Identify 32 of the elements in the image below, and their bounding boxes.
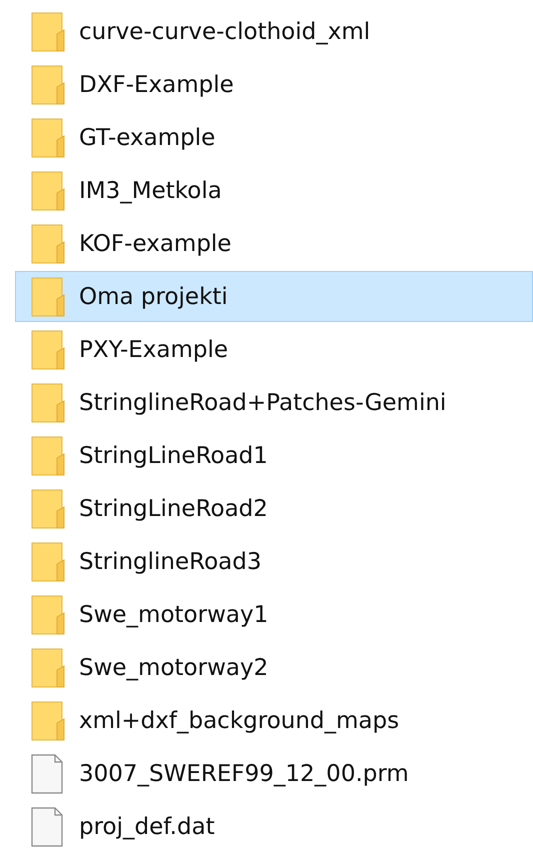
folder-icon <box>31 12 65 52</box>
folder-icon <box>31 700 65 740</box>
file-list-item[interactable]: StringlineRoad+Patches-Gemini <box>15 377 533 428</box>
folder-icon <box>31 64 65 104</box>
folder-icon <box>31 648 65 688</box>
folder-icon <box>31 170 65 210</box>
file-list-item[interactable]: DXF-Example <box>15 59 533 110</box>
folder-icon <box>31 436 65 476</box>
file-list-item[interactable]: KOF-example <box>15 218 533 269</box>
folder-icon <box>31 276 65 316</box>
file-list-item[interactable]: curve-curve-clothoid_xml <box>15 6 533 57</box>
file-list-item[interactable]: Swe_motorway1 <box>15 589 533 640</box>
folder-icon <box>31 488 65 528</box>
folder-icon <box>31 542 65 582</box>
file-icon <box>31 806 65 846</box>
file-list-item[interactable]: proj_def.dat <box>15 801 533 852</box>
file-list-item[interactable]: GT-example <box>15 112 533 163</box>
file-list-item[interactable]: Oma projekti <box>15 271 533 322</box>
folder-icon <box>31 594 65 634</box>
file-list-item[interactable]: IM3_Metkola <box>15 165 533 216</box>
folder-icon <box>31 382 65 422</box>
file-list-item[interactable]: StringLineRoad1 <box>15 430 533 481</box>
folder-icon <box>31 330 65 370</box>
file-list-item[interactable]: StringlineRoad3 <box>15 536 533 587</box>
file-list-item[interactable]: 3007_SWEREF99_12_00.prm <box>15 748 533 799</box>
file-icon <box>31 754 65 794</box>
folder-icon <box>31 224 65 264</box>
file-list-item[interactable]: PXY-Example <box>15 324 533 375</box>
file-list-item[interactable]: StringLineRoad2 <box>15 483 533 534</box>
file-list-item[interactable]: xml+dxf_background_maps <box>15 695 533 746</box>
file-list-item[interactable]: Swe_motorway2 <box>15 642 533 693</box>
folder-icon <box>31 118 65 158</box>
